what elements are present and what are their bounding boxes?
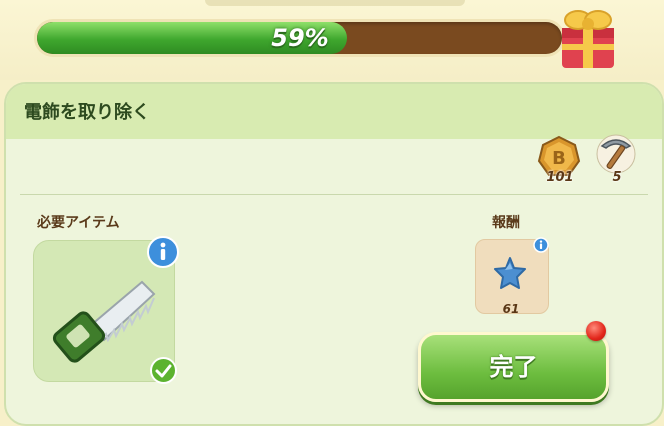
reward-count: 61 [502, 302, 520, 316]
check-icon [150, 357, 177, 384]
divider [20, 194, 648, 195]
complete-button[interactable]: 完了 [418, 332, 609, 402]
blue-star-icon [494, 257, 526, 289]
coin-count: 101 [546, 170, 574, 185]
notification-dot [586, 321, 606, 341]
saw-icon [52, 280, 156, 363]
required-items-label: 必要アイテム [37, 215, 120, 231]
info-icon[interactable] [147, 236, 179, 268]
info-icon-small[interactable] [533, 237, 549, 253]
header-title-partial [205, 0, 465, 6]
complete-button-label: 完了 [489, 353, 538, 381]
gift-box-icon[interactable] [556, 0, 620, 70]
svg-text:B: B [552, 148, 566, 169]
quest-title: 電飾を取り除く [24, 102, 150, 123]
pickaxe-count: 5 [612, 170, 622, 185]
progress-percent: 59% [271, 24, 329, 52]
quest-header: 電飾を取り除く [6, 84, 662, 139]
reward-label: 報酬 [492, 215, 520, 231]
